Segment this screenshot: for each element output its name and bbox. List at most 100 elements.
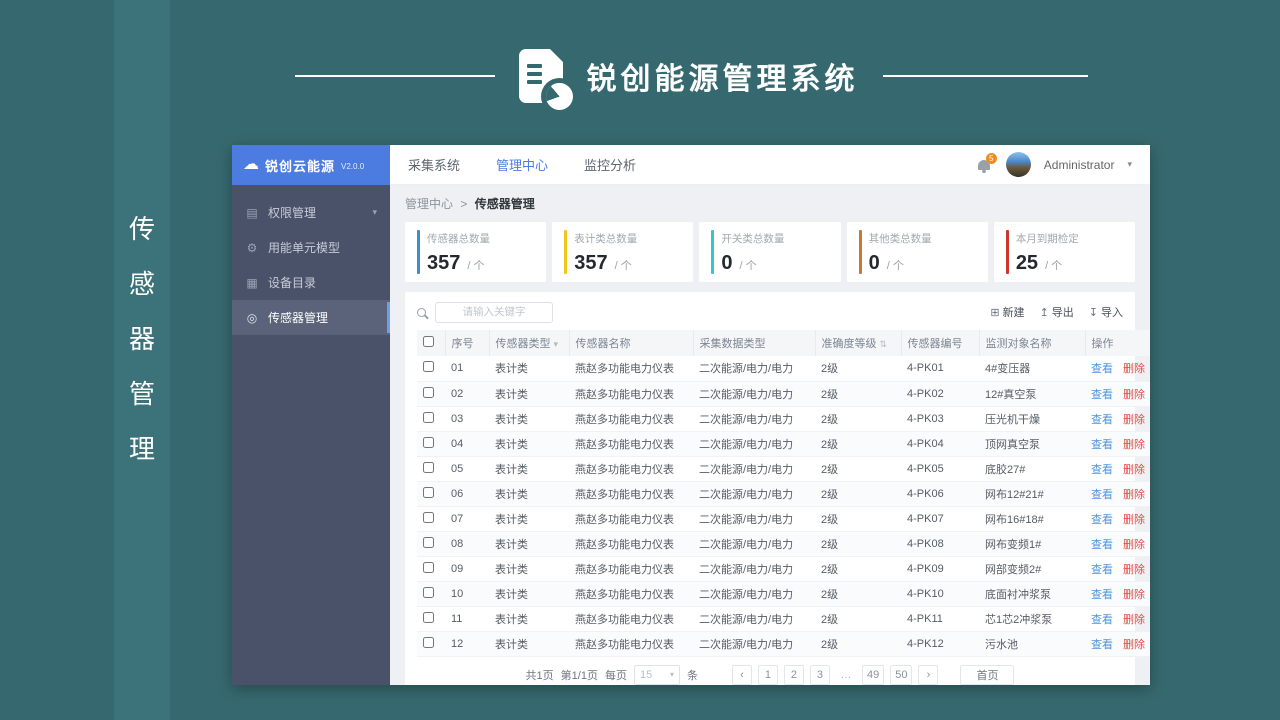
delete-link[interactable]: 删除 xyxy=(1123,489,1145,501)
stat-unit: / 个 xyxy=(739,260,757,272)
row-checkbox[interactable] xyxy=(423,511,434,523)
delete-link[interactable]: 删除 xyxy=(1123,564,1145,576)
sidebar-item[interactable]: ◎ 传感器管理 xyxy=(232,300,390,335)
cell-data-type: 二次能源/电力/电力 xyxy=(693,431,815,457)
search-input[interactable] xyxy=(435,301,553,323)
stat-value: 0 xyxy=(721,252,733,274)
column-header: 传感器编号 xyxy=(900,330,979,356)
prev-page-button[interactable]: ‹ xyxy=(731,664,752,685)
page-number-button[interactable]: 50 xyxy=(890,664,913,685)
cell-sensor-type: 表计类 xyxy=(489,531,569,557)
nav-tab[interactable]: 监控分析 xyxy=(584,155,636,174)
stat-color-bar xyxy=(417,230,420,274)
new-button[interactable]: ⊞ 新建 xyxy=(990,304,1024,320)
page-number-button[interactable]: 1 xyxy=(757,664,778,685)
sidebar-item[interactable]: ▤ 权限管理 ▾ xyxy=(232,195,390,230)
cell-sensor-type: 表计类 xyxy=(489,356,569,382)
column-header: 传感器名称 xyxy=(568,330,693,356)
stat-card: 表计类总数量 357 / 个 xyxy=(552,222,694,282)
page-size-select[interactable]: 15 ▾ xyxy=(633,664,680,685)
table-row: 09 表计类 燕赵多功能电力仪表 二次能源/电力/电力 2级 4-PK09 网部… xyxy=(417,556,1150,582)
delete-link[interactable]: 删除 xyxy=(1123,389,1145,401)
user-name[interactable]: Administrator xyxy=(1044,158,1115,172)
cell-sensor-type: 表计类 xyxy=(489,381,569,407)
delete-link[interactable]: 删除 xyxy=(1123,539,1145,551)
view-link[interactable]: 查看 xyxy=(1091,614,1113,626)
column-header: 操作 xyxy=(1084,330,1150,356)
delete-link[interactable]: 删除 xyxy=(1123,589,1145,601)
cell-serial: 11 xyxy=(445,606,489,632)
table-row: 10 表计类 燕赵多功能电力仪表 二次能源/电力/电力 2级 4-PK10 底面… xyxy=(417,581,1150,607)
cell-sensor-type: 表计类 xyxy=(489,456,569,482)
view-link[interactable]: 查看 xyxy=(1091,564,1113,576)
user-menu-caret-icon[interactable]: ▾ xyxy=(1127,159,1132,170)
cell-sensor-type: 表计类 xyxy=(489,581,569,607)
delete-link[interactable]: 删除 xyxy=(1123,363,1145,375)
sidebar-item[interactable]: ▦ 设备目录 xyxy=(232,265,390,300)
cell-sensor-code: 4-PK04 xyxy=(901,431,979,457)
view-link[interactable]: 查看 xyxy=(1091,439,1113,451)
row-checkbox[interactable] xyxy=(423,486,434,498)
export-button[interactable]: ↥ 导出 xyxy=(1040,304,1074,320)
select-all-checkbox[interactable] xyxy=(423,336,434,347)
view-link[interactable]: 查看 xyxy=(1091,539,1113,551)
row-checkbox[interactable] xyxy=(423,461,434,473)
delete-link[interactable]: 删除 xyxy=(1123,439,1145,451)
sidebar: ☁ 锐创云能源 V2.0.0 ▤ 权限管理 ▾ ⚙ 用能单元模型 ▦ 设备目录 … xyxy=(232,145,390,685)
row-checkbox[interactable] xyxy=(423,536,434,548)
nav-tab[interactable]: 管理中心 xyxy=(496,155,548,174)
row-checkbox[interactable] xyxy=(423,586,434,598)
cell-data-type: 二次能源/电力/电力 xyxy=(693,481,815,507)
view-link[interactable]: 查看 xyxy=(1091,464,1113,476)
row-checkbox[interactable] xyxy=(423,561,434,573)
breadcrumb-separator: > xyxy=(460,197,468,211)
breadcrumb-current: 传感器管理 xyxy=(474,197,535,211)
view-link[interactable]: 查看 xyxy=(1091,414,1113,426)
view-link[interactable]: 查看 xyxy=(1091,639,1113,651)
cell-accuracy-level: 2级 xyxy=(815,356,901,382)
row-checkbox[interactable] xyxy=(423,411,434,423)
delete-link[interactable]: 删除 xyxy=(1123,614,1145,626)
cell-serial: 03 xyxy=(445,406,489,432)
stat-label: 表计类总数量 xyxy=(574,233,638,245)
filter-icon[interactable]: ▾ xyxy=(554,339,559,349)
row-checkbox[interactable] xyxy=(423,636,434,648)
view-link[interactable]: 查看 xyxy=(1091,514,1113,526)
delete-link[interactable]: 删除 xyxy=(1123,639,1145,651)
delete-link[interactable]: 删除 xyxy=(1123,514,1145,526)
energy-unit-model-icon: ⚙ xyxy=(246,240,258,255)
view-link[interactable]: 查看 xyxy=(1091,363,1113,375)
delete-link[interactable]: 删除 xyxy=(1123,464,1145,476)
page-number-button[interactable]: 49 xyxy=(861,664,885,685)
row-checkbox[interactable] xyxy=(423,611,434,623)
stat-label: 其他类总数量 xyxy=(868,233,932,245)
cell-data-type: 二次能源/电力/电力 xyxy=(693,381,815,407)
view-link[interactable]: 查看 xyxy=(1091,489,1113,501)
page-size-caret-icon: ▾ xyxy=(669,670,674,679)
breadcrumb: 管理中心 > 传感器管理 xyxy=(405,195,1135,212)
main-area: 采集系统 管理中心 监控分析 5 Administrator ▾ 管理中心 > 传感… xyxy=(390,145,1150,685)
delete-link[interactable]: 删除 xyxy=(1123,414,1145,426)
breadcrumb-parent[interactable]: 管理中心 xyxy=(405,197,453,211)
cell-sensor-code: 4-PK09 xyxy=(901,556,979,582)
permission-icon: ▤ xyxy=(246,205,258,220)
row-checkbox[interactable] xyxy=(423,436,434,448)
home-page-button[interactable]: 首页 xyxy=(960,664,1015,685)
sidebar-item[interactable]: ⚙ 用能单元模型 xyxy=(232,230,390,265)
page-number-button[interactable]: 3 xyxy=(809,664,830,685)
banner-line-left xyxy=(294,75,495,77)
row-checkbox[interactable] xyxy=(423,386,434,398)
avatar[interactable] xyxy=(1005,152,1031,177)
cell-data-type: 二次能源/电力/电力 xyxy=(693,581,815,607)
notification-bell-icon[interactable]: 5 xyxy=(977,152,997,173)
view-link[interactable]: 查看 xyxy=(1091,389,1113,401)
page-number-button[interactable]: 2 xyxy=(783,664,804,685)
view-link[interactable]: 查看 xyxy=(1091,589,1113,601)
sort-icon[interactable]: ⇅ xyxy=(880,339,888,349)
stat-card: 其他类总数量 0 / 个 xyxy=(846,222,988,282)
next-page-button[interactable]: › xyxy=(918,664,939,685)
row-checkbox[interactable] xyxy=(423,361,434,373)
import-button[interactable]: ↧ 导入 xyxy=(1089,304,1123,320)
nav-tab[interactable]: 采集系统 xyxy=(408,155,460,174)
device-catalog-icon: ▦ xyxy=(246,275,258,290)
